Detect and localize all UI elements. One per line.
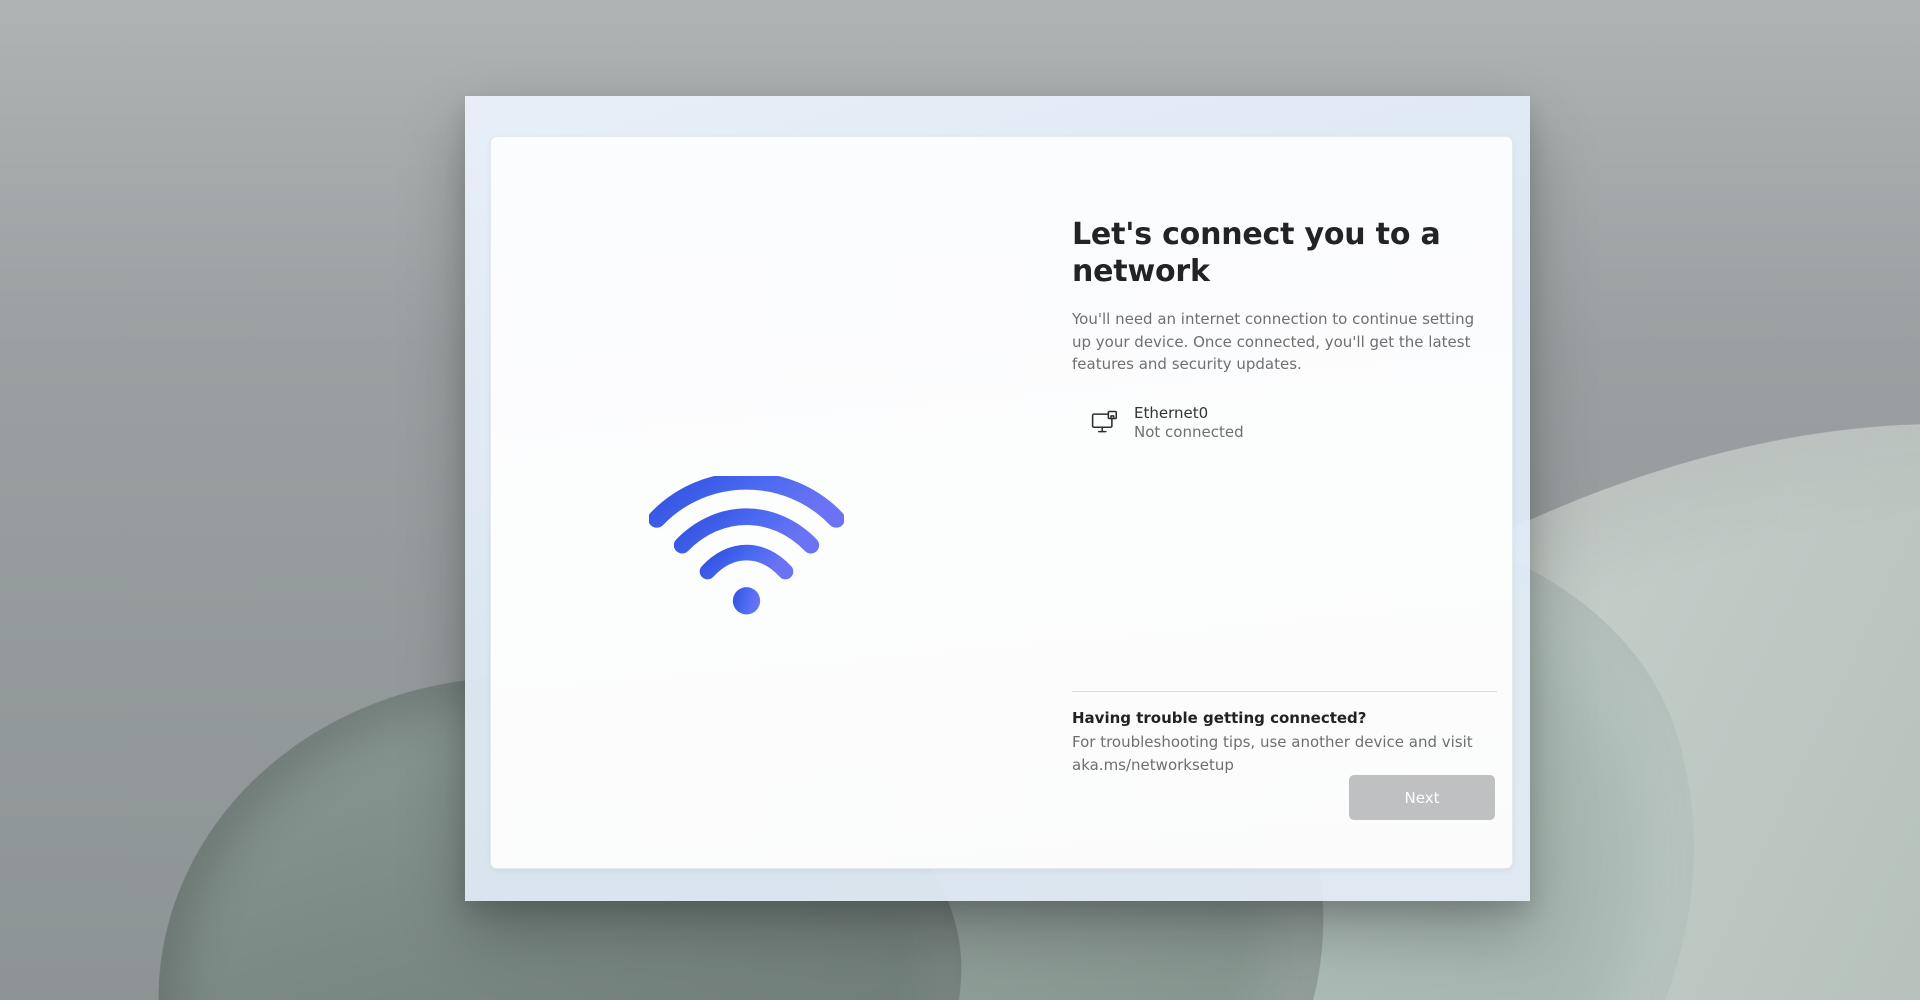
network-item-text: Ethernet0 Not connected — [1134, 404, 1244, 441]
divider — [1072, 691, 1497, 692]
next-button[interactable]: Next — [1349, 775, 1495, 820]
troubleshoot-heading: Having trouble getting connected? — [1072, 709, 1497, 727]
content-pane: Let's connect you to a network You'll ne… — [1072, 217, 1497, 443]
network-name: Ethernet0 — [1134, 404, 1244, 422]
setup-card: Let's connect you to a network You'll ne… — [490, 136, 1513, 869]
network-item-ethernet0[interactable]: Ethernet0 Not connected — [1072, 402, 1497, 443]
network-status: Not connected — [1134, 423, 1244, 441]
troubleshoot-section: Having trouble getting connected? For tr… — [1072, 709, 1497, 776]
ethernet-monitor-icon — [1090, 408, 1118, 436]
oobe-window: Let's connect you to a network You'll ne… — [465, 96, 1530, 901]
page-title: Let's connect you to a network — [1072, 217, 1497, 290]
troubleshoot-body: For troubleshooting tips, use another de… — [1072, 731, 1497, 776]
wifi-hero-icon — [649, 476, 844, 621]
page-description: You'll need an internet connection to co… — [1072, 308, 1497, 376]
